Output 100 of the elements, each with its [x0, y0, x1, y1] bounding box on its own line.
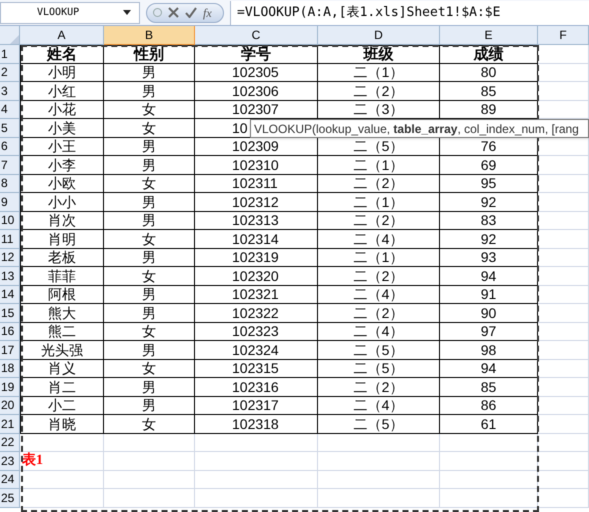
- table-cell: 肖明: [20, 230, 104, 248]
- checkmark-icon[interactable]: [185, 7, 197, 18]
- table-cell: 86: [440, 396, 538, 415]
- row-header[interactable]: 4: [0, 100, 20, 119]
- column-header[interactable]: A: [20, 26, 104, 45]
- table-cell: 二（1）: [318, 248, 440, 267]
- table-cell: 102306: [195, 82, 318, 100]
- table-cell: 班级: [318, 45, 440, 64]
- column-header[interactable]: F: [538, 26, 589, 45]
- empty-cell: [538, 341, 589, 360]
- empty-cell: [538, 193, 589, 212]
- table-cell: 熊大: [20, 304, 104, 322]
- row-header[interactable]: 9: [0, 193, 20, 212]
- row-header[interactable]: 13: [0, 267, 20, 286]
- row-header[interactable]: 7: [0, 156, 20, 174]
- row-header[interactable]: 3: [0, 82, 20, 100]
- table-cell: 女: [104, 322, 195, 341]
- table-cell: 男: [104, 304, 195, 322]
- table-cell: 性别: [104, 45, 195, 64]
- insert-function-button[interactable]: fx: [203, 6, 212, 18]
- row-header[interactable]: 24: [0, 470, 20, 489]
- empty-cell: [538, 174, 589, 193]
- table-cell: 男: [104, 248, 195, 267]
- column-header[interactable]: E: [440, 26, 538, 45]
- table-cell: 小二: [20, 396, 104, 415]
- empty-cell: [538, 360, 589, 378]
- table-cell: 小明: [20, 64, 104, 82]
- row-header[interactable]: 6: [0, 138, 20, 156]
- table-cell: 肖二: [20, 378, 104, 396]
- table-cell: 102305: [195, 64, 318, 82]
- row-header[interactable]: 22: [0, 434, 20, 452]
- table-cell: 女: [104, 360, 195, 378]
- row-header[interactable]: 2: [0, 64, 20, 82]
- row-header[interactable]: 10: [0, 212, 20, 230]
- table-cell: 102318: [195, 415, 318, 434]
- row-header[interactable]: 19: [0, 378, 20, 396]
- circle-icon: [153, 8, 162, 17]
- table-cell: 学号: [195, 45, 318, 64]
- table-cell: 102320: [195, 267, 318, 286]
- row-header[interactable]: 1: [0, 45, 20, 64]
- row-header[interactable]: 21: [0, 415, 20, 434]
- table-cell: 二（2）: [318, 267, 440, 286]
- row-header[interactable]: 15: [0, 304, 20, 322]
- table-cell: 小小: [20, 193, 104, 212]
- caret-icon: [123, 10, 131, 15]
- formula-field[interactable]: =VLOOKUP(A:A,[表1.xls]Sheet1!$A:$E: [230, 0, 589, 24]
- table-cell: 二（5）: [318, 360, 440, 378]
- row-header[interactable]: 16: [0, 322, 20, 341]
- table-cell: 102322: [195, 304, 318, 322]
- row-header[interactable]: 17: [0, 341, 20, 360]
- table-cell: 男: [104, 341, 195, 360]
- table-cell: 菲菲: [20, 267, 104, 286]
- table-cell: 女: [104, 174, 195, 193]
- row-header[interactable]: 12: [0, 248, 20, 267]
- empty-cell: [538, 156, 589, 174]
- table-cell: 91: [440, 286, 538, 304]
- table-cell: 92: [440, 193, 538, 212]
- table-cell: 102324: [195, 341, 318, 360]
- column-header[interactable]: B: [104, 26, 195, 45]
- column-header[interactable]: C: [195, 26, 318, 45]
- row-header[interactable]: 11: [0, 230, 20, 248]
- table-cell: 小欧: [20, 174, 104, 193]
- table-cell: 男: [104, 396, 195, 415]
- table-cell: 肖次: [20, 212, 104, 230]
- column-header[interactable]: D: [318, 26, 440, 45]
- table-cell: 女: [104, 415, 195, 434]
- table-cell: 二（2）: [318, 82, 440, 100]
- table-cell: 二（5）: [318, 341, 440, 360]
- row-header[interactable]: 18: [0, 360, 20, 378]
- row-header[interactable]: 25: [0, 489, 20, 508]
- empty-cell: [538, 286, 589, 304]
- table-cell: 小李: [20, 156, 104, 174]
- row-header[interactable]: 8: [0, 174, 20, 193]
- table-cell: 92: [440, 230, 538, 248]
- empty-cell: [538, 470, 589, 489]
- table-cell: 女: [104, 119, 195, 138]
- table-cell: 二（2）: [318, 212, 440, 230]
- name-box[interactable]: VLOOKUP: [0, 2, 140, 24]
- table-cell: 老板: [20, 248, 104, 267]
- row-header[interactable]: 20: [0, 396, 20, 415]
- table-cell: 成绩: [440, 45, 538, 64]
- table-cell: 表1: [20, 452, 104, 470]
- cancel-icon[interactable]: [168, 7, 179, 18]
- table-cell: 69: [440, 156, 538, 174]
- table-cell: 83: [440, 212, 538, 230]
- table-cell: 男: [104, 156, 195, 174]
- table-cell: 男: [104, 82, 195, 100]
- empty-cell: [538, 45, 589, 64]
- empty-cell: [538, 452, 589, 470]
- function-tooltip: VLOOKUP(lookup_value, table_array, col_index_num, [rang: [250, 119, 589, 138]
- table-cell: 二（4）: [318, 396, 440, 415]
- empty-cell: [538, 82, 589, 100]
- table-cell: 102315: [195, 360, 318, 378]
- empty-cell: [538, 267, 589, 286]
- row-header[interactable]: 5: [0, 119, 20, 138]
- table-cell: 102321: [195, 286, 318, 304]
- row-header[interactable]: 23: [0, 452, 20, 470]
- row-header[interactable]: 14: [0, 286, 20, 304]
- table-cell: 102323: [195, 322, 318, 341]
- table-cell: 90: [440, 304, 538, 322]
